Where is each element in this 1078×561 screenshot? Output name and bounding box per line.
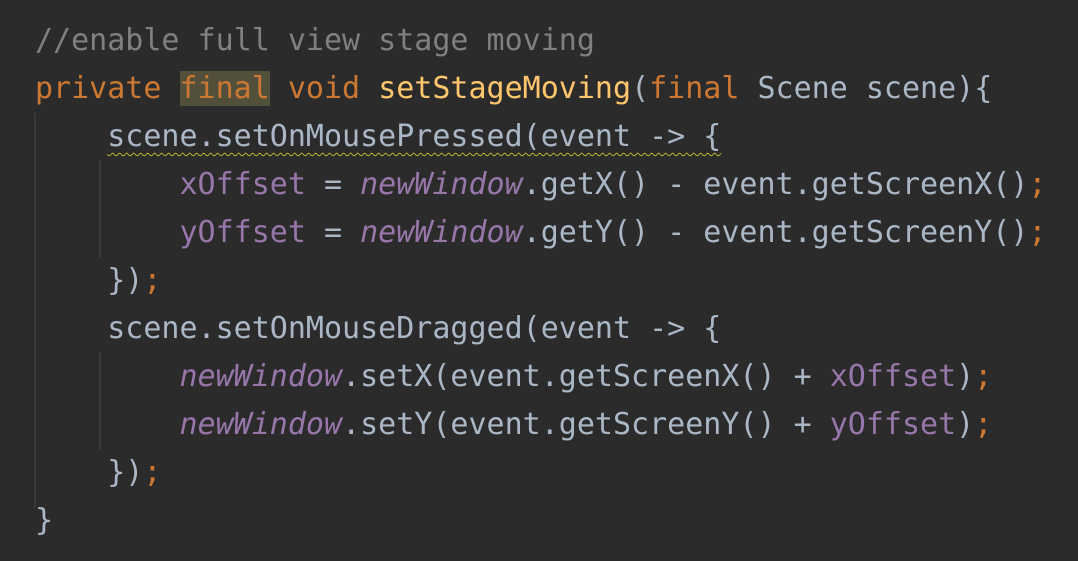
code-token: final bbox=[649, 71, 740, 106]
code-token: Scene scene){ bbox=[739, 71, 993, 106]
code-token: //enable full view stage moving bbox=[35, 23, 595, 58]
code-editor[interactable]: //enable full view stage moving private f… bbox=[0, 0, 1078, 561]
code-token: xOffset bbox=[829, 359, 957, 394]
code-line[interactable]: private final void setStageMoving(final … bbox=[35, 65, 992, 113]
code-token: }) bbox=[107, 455, 144, 490]
code-token: private bbox=[35, 71, 162, 106]
code-token: final bbox=[179, 71, 270, 106]
code-token: newWindow bbox=[360, 215, 523, 250]
code-token: ; bbox=[974, 359, 993, 394]
code-token: scene.setOnMousePressed(event -> { bbox=[107, 119, 722, 154]
code-token: yOffset bbox=[829, 407, 957, 442]
code-token: .setY(event.getScreenY() + bbox=[342, 407, 830, 442]
code-token: ; bbox=[143, 263, 162, 298]
code-token: } bbox=[35, 503, 54, 538]
code-line[interactable]: }); bbox=[35, 257, 161, 305]
code-token: .getX() - event.getScreenX() bbox=[522, 167, 1029, 202]
code-line[interactable]: xOffset = newWindow.getX() - event.getSc… bbox=[35, 161, 1047, 209]
code-token: newWindow bbox=[179, 407, 343, 442]
code-line[interactable]: yOffset = newWindow.getY() - event.getSc… bbox=[35, 209, 1047, 257]
code-token: void bbox=[287, 71, 361, 106]
code-token: = bbox=[305, 167, 361, 202]
code-token: = bbox=[305, 215, 361, 250]
code-token: ) bbox=[956, 359, 975, 394]
code-line[interactable]: scene.setOnMousePressed(event -> { bbox=[35, 113, 721, 161]
code-token: ) bbox=[956, 407, 975, 442]
code-token: ; bbox=[143, 455, 162, 490]
code-line[interactable]: }); bbox=[35, 449, 161, 497]
code-token: scene.setOnMouseDragged(event -> { bbox=[107, 311, 722, 346]
code-line[interactable]: newWindow.setX(event.getScreenX() + xOff… bbox=[35, 353, 993, 401]
code-line[interactable]: newWindow.setY(event.getScreenY() + yOff… bbox=[35, 401, 993, 449]
code-token: newWindow bbox=[179, 359, 343, 394]
code-token: ; bbox=[974, 407, 993, 442]
code-token: .setX(event.getScreenX() + bbox=[342, 359, 830, 394]
code-token: ; bbox=[1028, 215, 1047, 250]
code-token: setStageMoving bbox=[378, 71, 632, 106]
code-token: ; bbox=[1028, 167, 1047, 202]
code-token: ( bbox=[631, 71, 650, 106]
code-token: }) bbox=[107, 263, 144, 298]
code-token: xOffset bbox=[179, 167, 306, 202]
code-token: yOffset bbox=[179, 215, 306, 250]
code-line[interactable]: scene.setOnMouseDragged(event -> { bbox=[35, 305, 721, 353]
code-line[interactable]: } bbox=[35, 497, 53, 545]
code-token: .getY() - event.getScreenY() bbox=[522, 215, 1029, 250]
code-line[interactable]: //enable full view stage moving bbox=[35, 17, 595, 65]
code-token: newWindow bbox=[360, 167, 523, 202]
